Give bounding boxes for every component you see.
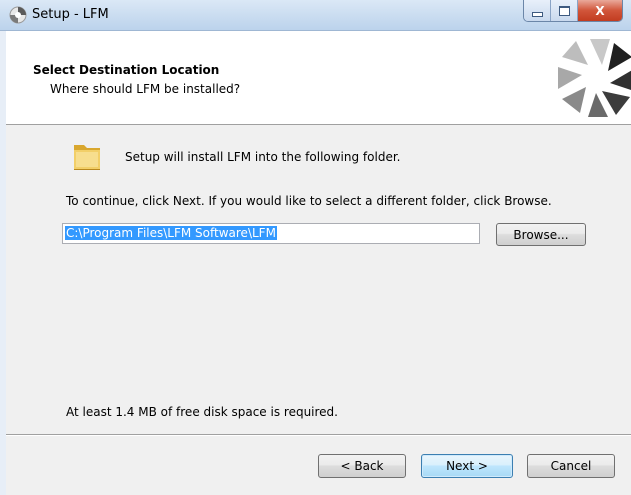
page-subtitle: Where should LFM be installed? <box>50 82 241 96</box>
cancel-button[interactable]: Cancel <box>527 454 615 478</box>
destination-path-input[interactable]: C:\Program Files\LFM Software\LFM <box>62 223 480 244</box>
folder-icon <box>74 145 100 170</box>
setup-window: Setup - LFM X Select Destination Locatio… <box>0 0 631 495</box>
instruction-text: To continue, click Next. If you would li… <box>66 194 552 208</box>
spinner-wizard-icon <box>558 39 631 117</box>
page-title: Select Destination Location <box>33 63 220 77</box>
title-bar[interactable]: Setup - LFM X <box>0 0 631 31</box>
close-button[interactable]: X <box>578 0 622 21</box>
close-icon: X <box>595 3 605 18</box>
wizard-footer: < Back Next > Cancel <box>6 436 631 495</box>
window-title: Setup - LFM <box>32 7 109 22</box>
minimize-button[interactable] <box>524 0 551 21</box>
destination-path-value: C:\Program Files\LFM Software\LFM <box>65 226 277 240</box>
setup-icon <box>9 6 27 24</box>
browse-button[interactable]: Browse... <box>496 223 586 246</box>
back-button[interactable]: < Back <box>318 454 406 478</box>
next-button[interactable]: Next > <box>421 454 513 478</box>
wizard-content: Setup will install LFM into the followin… <box>6 125 631 433</box>
minimize-icon <box>531 11 543 17</box>
maximize-icon <box>558 5 570 16</box>
wizard-header: Select Destination Location Where should… <box>6 31 631 125</box>
maximize-button[interactable] <box>551 0 578 21</box>
disk-space-text: At least 1.4 MB of free disk space is re… <box>66 405 338 419</box>
intro-text: Setup will install LFM into the followin… <box>125 150 401 164</box>
caption-buttons: X <box>523 0 623 22</box>
